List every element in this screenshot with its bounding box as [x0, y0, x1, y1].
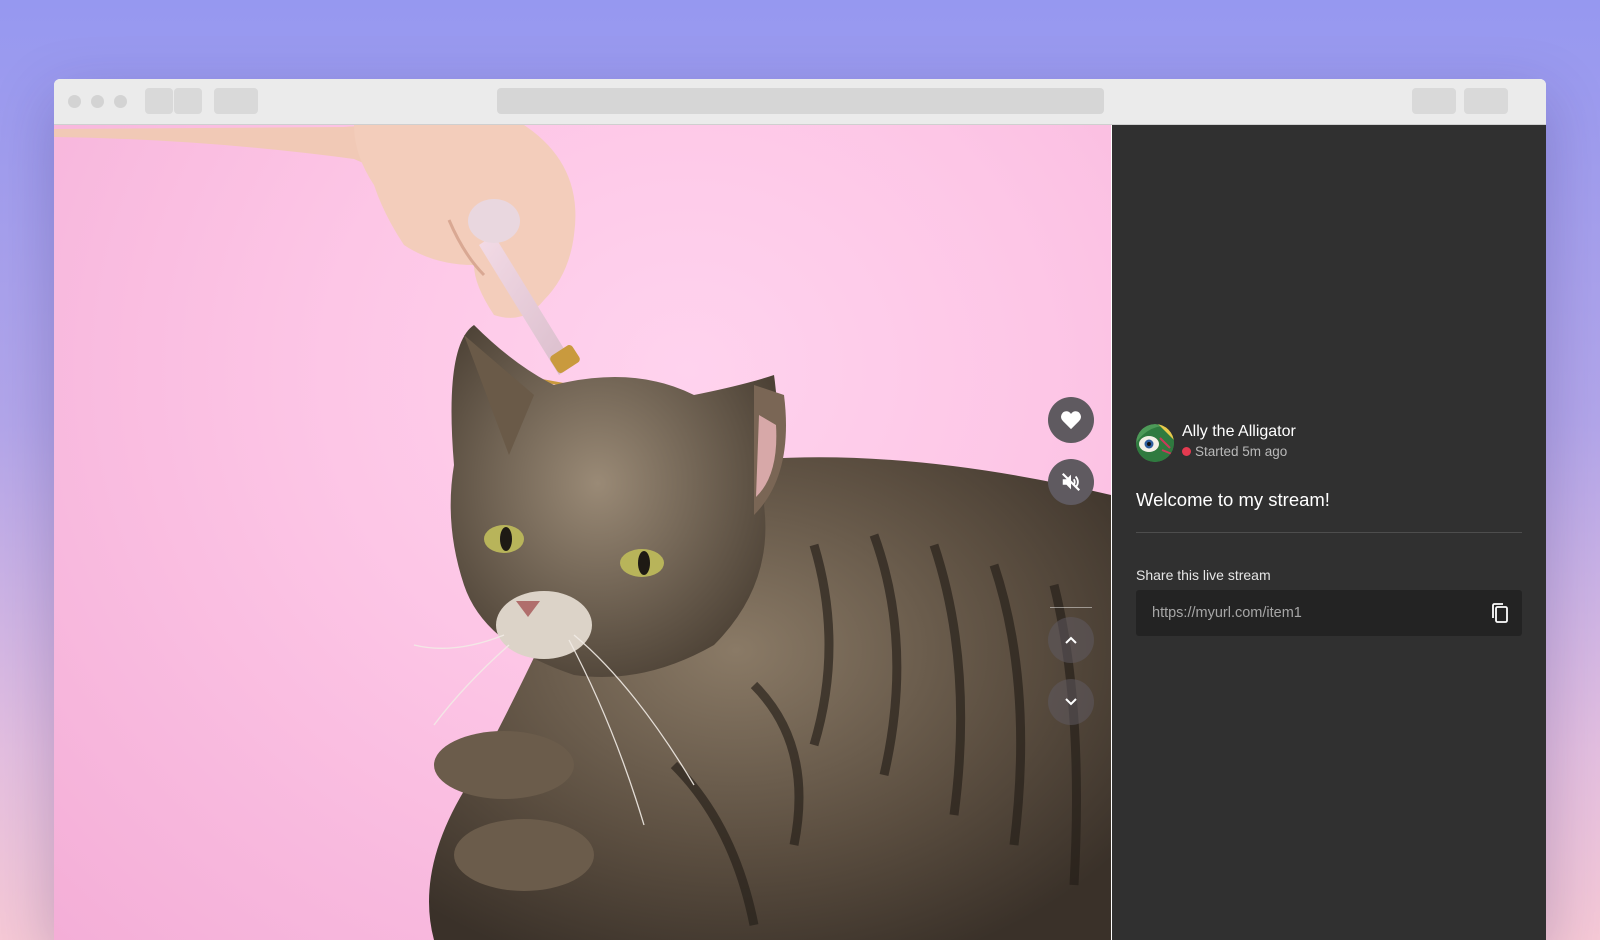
stream-status: Started 5m ago: [1182, 444, 1287, 459]
share-toolbar-button[interactable]: [1412, 88, 1456, 114]
sidebar-toggle-button[interactable]: [214, 88, 258, 114]
avatar[interactable]: [1136, 424, 1174, 462]
tabs-toolbar-button[interactable]: [1464, 88, 1508, 114]
minimize-window-button[interactable]: [91, 95, 104, 108]
section-divider: [1136, 532, 1522, 533]
back-button[interactable]: [145, 88, 173, 114]
welcome-message: Welcome to my stream!: [1136, 489, 1330, 510]
close-window-button[interactable]: [68, 95, 81, 108]
live-video[interactable]: [54, 125, 1111, 940]
copy-link-button[interactable]: [1488, 601, 1512, 625]
copy-icon: [1492, 603, 1508, 623]
live-indicator-icon: [1182, 447, 1191, 456]
mute-toggle-button[interactable]: [1048, 459, 1094, 505]
like-button[interactable]: [1048, 397, 1094, 443]
streamer-name[interactable]: Ally the Alligator: [1182, 423, 1296, 441]
address-bar[interactable]: [497, 88, 1104, 114]
share-url-box: [1136, 590, 1522, 636]
browser-toolbar: [54, 79, 1546, 125]
forward-button[interactable]: [174, 88, 202, 114]
chevron-up-icon: [1065, 636, 1077, 644]
stream-status-text: Started 5m ago: [1195, 444, 1288, 459]
next-stream-button[interactable]: [1048, 679, 1094, 725]
zoom-window-button[interactable]: [114, 95, 127, 108]
alligator-avatar-icon: [1136, 424, 1174, 462]
previous-stream-button[interactable]: [1048, 617, 1094, 663]
share-label: Share this live stream: [1136, 567, 1271, 583]
chevron-down-icon: [1065, 698, 1077, 706]
speaker-muted-icon: [1061, 472, 1081, 492]
share-url-input[interactable]: [1152, 590, 1472, 636]
stream-info-panel: Ally the Alligator Started 5m ago Welcom…: [1112, 125, 1546, 940]
heart-icon: [1061, 411, 1081, 430]
controls-divider: [1050, 607, 1092, 608]
browser-window: Ally the Alligator Started 5m ago Welcom…: [54, 79, 1546, 940]
cat-video-frame: [54, 125, 1111, 940]
